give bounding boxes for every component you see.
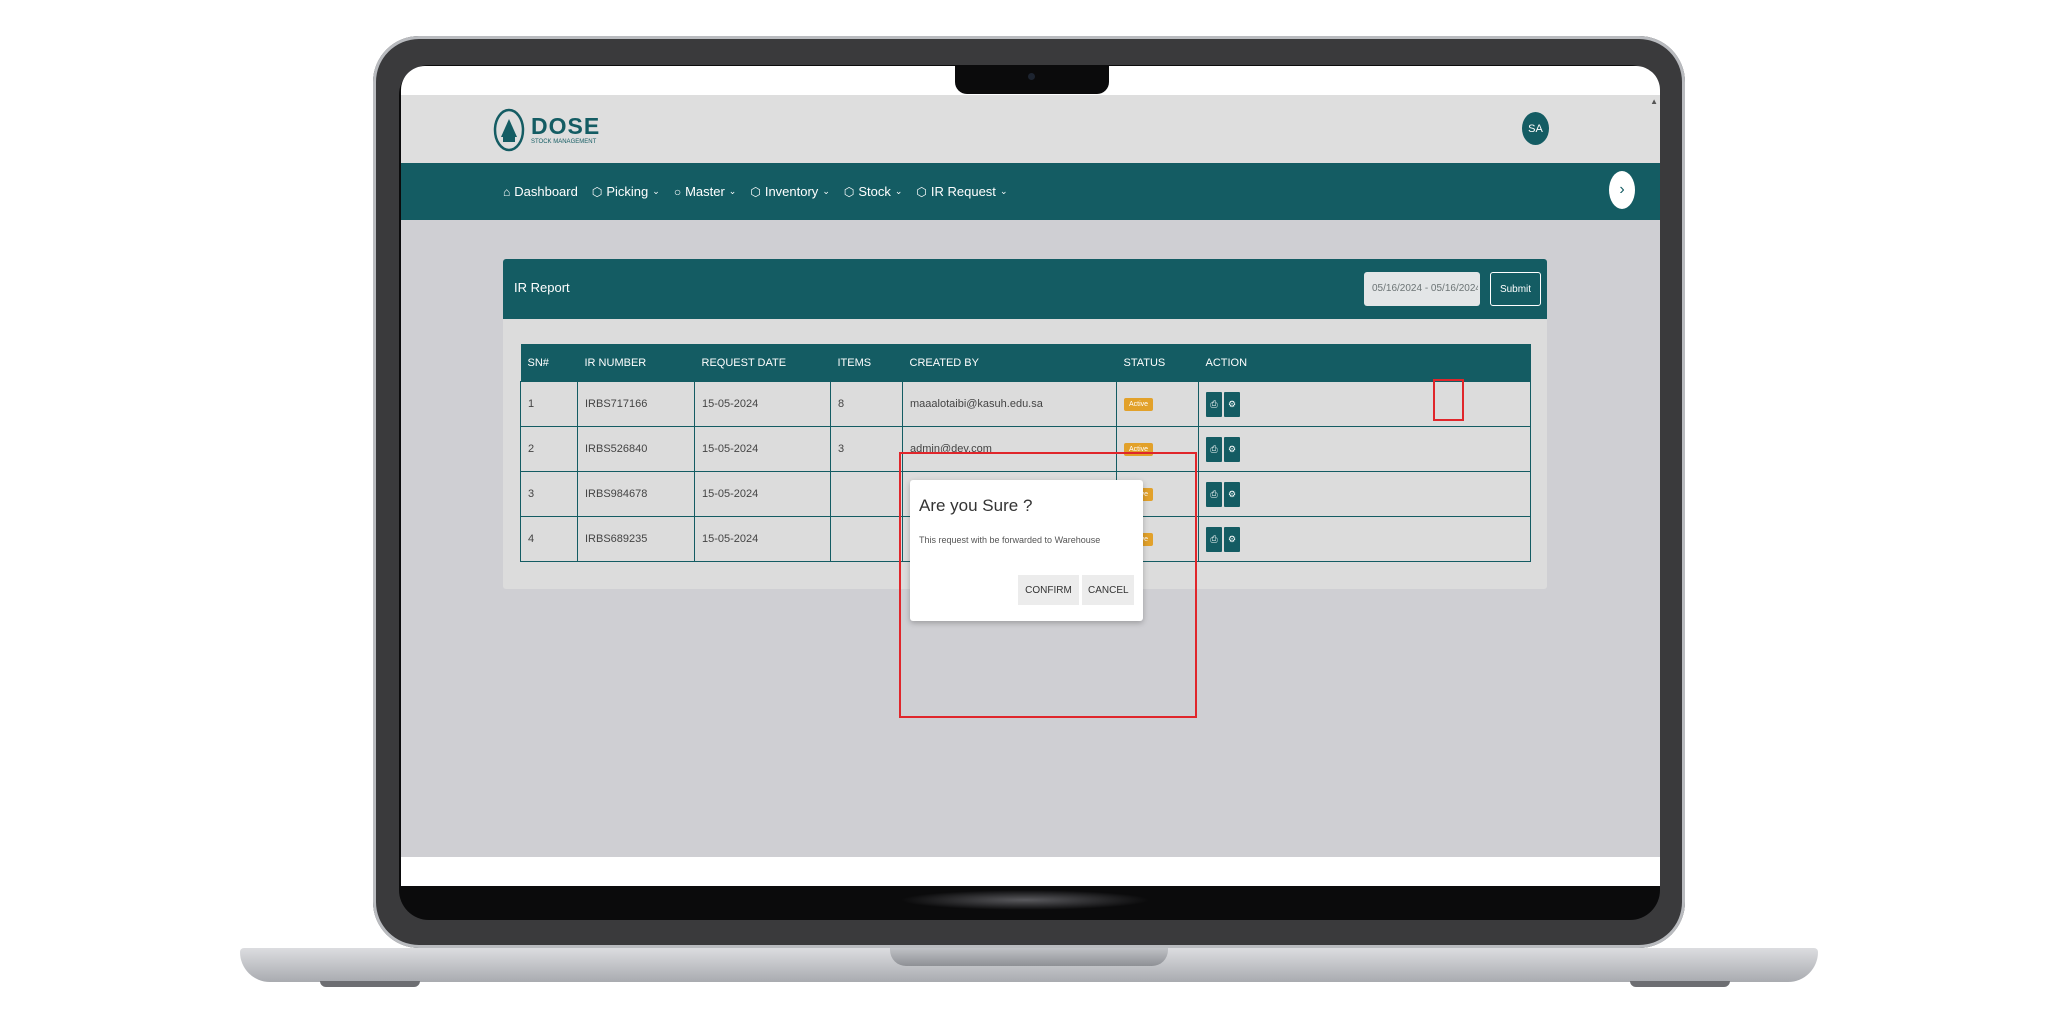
cell-action: ⎙ ⚙: [1198, 381, 1531, 427]
column-header[interactable]: SN#: [521, 344, 578, 382]
cell-status: Active: [1116, 381, 1199, 427]
keyboard-hinge-shadow: [900, 890, 1150, 910]
chevron-right-icon[interactable]: ›: [1609, 171, 1635, 209]
nav-item-ir-request[interactable]: ⬡ IR Request ⌄: [916, 184, 1007, 199]
cell-created-by: maaalotaibi@kasuh.edu.sa: [902, 381, 1117, 427]
date-range-input[interactable]: [1364, 272, 1480, 306]
cell-items: [830, 516, 903, 562]
nav-item-label: Inventory: [764, 184, 819, 199]
laptop-foot-right: [1630, 981, 1730, 987]
laptop-foot-left: [320, 981, 420, 987]
cell-request-date: 15-05-2024: [694, 471, 831, 517]
scroll-up-icon[interactable]: ▲: [1650, 97, 1658, 106]
nav-item-label: Picking: [606, 184, 649, 199]
logo[interactable]: DOSE STOCK MANAGEMENT: [493, 107, 600, 153]
column-header[interactable]: ACTION: [1199, 344, 1531, 382]
cell-request-date: 15-05-2024: [694, 381, 831, 427]
cell-action: ⎙ ⚙: [1198, 516, 1531, 562]
submit-button[interactable]: Submit: [1490, 272, 1541, 306]
cell-action: ⎙ ⚙: [1198, 426, 1531, 472]
nav-item-picking[interactable]: ⬡ Picking ⌄: [592, 184, 660, 199]
cell-request-date: 15-05-2024: [694, 426, 831, 472]
chevron-down-icon: ⌄: [728, 186, 737, 196]
cell-sn: 3: [520, 471, 578, 517]
logo-subtitle: STOCK MANAGEMENT: [531, 139, 597, 145]
box-icon: ⬡: [843, 184, 855, 199]
print-icon[interactable]: ⎙: [1206, 436, 1222, 462]
cell-sn: 2: [520, 426, 578, 472]
nav-item-inventory[interactable]: ⬡ Inventory ⌄: [750, 184, 830, 199]
cell-ir-number: IRBS984678: [577, 471, 695, 517]
column-header[interactable]: ITEMS: [831, 344, 903, 382]
logo-icon: [493, 108, 525, 152]
logo-title: DOSE: [531, 113, 601, 139]
camera-notch: [955, 66, 1109, 94]
box-icon: ⬡: [750, 184, 761, 199]
camera-icon: [1028, 73, 1035, 80]
print-icon[interactable]: ⎙: [1206, 526, 1222, 552]
card-title: IR Report: [514, 280, 570, 295]
card-header: IR Report Submit: [503, 259, 1547, 319]
chevron-down-icon: ⌄: [999, 186, 1008, 196]
settings-icon[interactable]: ⚙: [1224, 481, 1240, 507]
column-header[interactable]: STATUS: [1117, 344, 1199, 382]
settings-icon[interactable]: ⚙: [1224, 526, 1240, 552]
laptop-lid-notch: [890, 948, 1168, 966]
cell-items: [830, 471, 903, 517]
main-navbar: ⌂ Dashboard ⬡ Picking ⌄ ○ Master ⌄ ⬡ Inv…: [401, 163, 1660, 220]
laptop-screen: DOSE STOCK MANAGEMENT SA ▲ ⌂ Dashboard ⬡…: [401, 66, 1660, 886]
highlight-box-dialog: [899, 452, 1197, 718]
box-icon: ⬡: [916, 184, 927, 199]
nav-item-master[interactable]: ○ Master ⌄: [674, 184, 737, 199]
cell-items: 8: [830, 381, 903, 427]
cell-ir-number: IRBS689235: [577, 516, 695, 562]
column-header[interactable]: REQUEST DATE: [695, 344, 831, 382]
nav-item-label: Dashboard: [514, 184, 578, 199]
nav-item-dashboard[interactable]: ⌂ Dashboard: [503, 184, 578, 199]
avatar[interactable]: SA: [1522, 112, 1549, 145]
table-header-row: SN# IR NUMBER REQUEST DATE ITEMS CREATED…: [520, 344, 1531, 382]
cell-sn: 1: [520, 381, 578, 427]
table-row: 1 IRBS717166 15-05-2024 8 maaalotaibi@ka…: [520, 381, 1531, 427]
top-bar: DOSE STOCK MANAGEMENT SA ▲: [401, 95, 1660, 163]
home-icon: ⌂: [503, 184, 511, 199]
chevron-down-icon: ⌄: [652, 186, 660, 196]
cell-action: ⎙ ⚙: [1198, 471, 1531, 517]
chevron-down-icon: ⌄: [894, 186, 903, 196]
nav-item-label: IR Request: [930, 184, 996, 199]
box-icon: ⬡: [591, 184, 603, 199]
app-window: DOSE STOCK MANAGEMENT SA ▲ ⌂ Dashboard ⬡…: [401, 95, 1660, 857]
cell-ir-number: IRBS717166: [577, 381, 695, 427]
print-icon[interactable]: ⎙: [1206, 481, 1222, 507]
chevron-down-icon: ⌄: [822, 186, 830, 196]
circle-icon: ○: [673, 184, 682, 199]
settings-icon[interactable]: ⚙: [1224, 436, 1240, 462]
nav-item-label: Stock: [858, 184, 891, 199]
cell-items: 3: [830, 426, 903, 472]
highlight-box-action: [1433, 379, 1464, 421]
settings-icon[interactable]: ⚙: [1224, 391, 1240, 417]
cell-sn: 4: [520, 516, 578, 562]
status-badge: Active: [1124, 398, 1154, 411]
column-header[interactable]: IR NUMBER: [578, 344, 695, 382]
cell-request-date: 15-05-2024: [694, 516, 831, 562]
cell-ir-number: IRBS526840: [577, 426, 695, 472]
nav-item-stock[interactable]: ⬡ Stock ⌄: [844, 184, 903, 199]
nav-item-label: Master: [685, 184, 725, 199]
column-header[interactable]: CREATED BY: [903, 344, 1117, 382]
print-icon[interactable]: ⎙: [1206, 391, 1222, 417]
